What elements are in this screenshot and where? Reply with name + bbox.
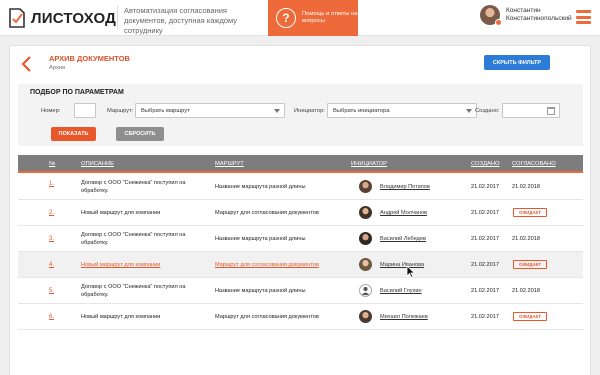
row-description: Договор с ООО "Снежинка" поступил на обр… — [81, 232, 186, 246]
archive-panel: АРХИВ ДОКУМЕНТОВ Архив СКРЫТЬ ФИЛЬТР ПОД… — [9, 45, 591, 375]
row-number[interactable]: 4. — [49, 262, 54, 270]
row-route: Название маршрута разной длины — [215, 236, 306, 242]
row-route: Маршрут для согласования документов — [215, 314, 319, 320]
breadcrumb[interactable]: Архив — [49, 65, 65, 71]
number-label: Номер: — [41, 108, 61, 114]
row-approved: 21.02.2018 — [512, 184, 540, 190]
row-description: Договор с ООО "Снежинка" поступил на обр… — [81, 284, 186, 298]
user-profile[interactable]: Константин Константинопольский — [480, 5, 576, 26]
table-row[interactable]: 1. Договор с ООО "Снежинка" поступил на … — [18, 174, 583, 200]
row-initiator[interactable]: Андрей Молчанов — [380, 210, 427, 218]
question-icon: ? — [276, 8, 296, 28]
column-approved[interactable]: СОГЛАСОВАНО — [512, 161, 556, 167]
row-created: 21.02.2017 — [471, 262, 499, 268]
table-header: № ОПИСАНИЕ МАРШРУТ ИНИЦИАТОР СОЗДАНО СОГ… — [18, 155, 583, 173]
status-badge: ОЖИДАЕТ — [513, 312, 547, 321]
row-created: 21.02.2017 — [471, 184, 499, 190]
mouse-pointer-icon — [406, 265, 416, 278]
table-row[interactable]: 4. Новый маршрут для компании Маршрут дл… — [18, 252, 583, 278]
show-button[interactable]: ПОКАЗАТЬ — [51, 127, 96, 141]
initiator-select[interactable]: Выбрать инициатора — [327, 103, 477, 118]
avatar — [480, 5, 502, 26]
chevron-down-icon — [274, 109, 280, 113]
created-date-input[interactable] — [502, 103, 560, 118]
avatar — [359, 258, 372, 271]
row-created: 21.02.2017 — [471, 288, 499, 294]
status-badge: ОЖИДАЕТ — [513, 260, 547, 269]
row-route: Маршрут для согласования документов — [215, 210, 319, 216]
row-initiator[interactable]: Василий Лебедев — [380, 236, 426, 244]
row-initiator[interactable]: Марина Иванова — [380, 262, 424, 270]
row-number[interactable]: 6. — [49, 314, 54, 322]
hide-filter-button[interactable]: СКРЫТЬ ФИЛЬТР — [484, 55, 550, 70]
logo-text: ЛИСТОХОД — [31, 9, 117, 27]
help-label: Помощь и ответы на вопросы — [302, 11, 358, 24]
chevron-down-icon — [466, 109, 472, 113]
initiator-label: Инициатор: — [294, 108, 325, 114]
row-approved: 21.02.2018 — [512, 288, 540, 294]
calendar-icon — [547, 107, 555, 115]
row-route: Название маршрута разной длины — [215, 184, 306, 190]
row-number[interactable]: 3. — [49, 236, 54, 244]
avatar — [359, 206, 372, 219]
initiator-select-value: Выбрать инициатора — [333, 107, 390, 114]
row-description: Новый маршрут для компании — [81, 210, 161, 216]
created-label: Создано: — [475, 108, 500, 114]
row-number[interactable]: 5. — [49, 288, 54, 296]
avatar — [359, 310, 372, 323]
row-number[interactable]: 1. — [49, 181, 54, 189]
number-input[interactable] — [74, 103, 96, 118]
avatar — [359, 180, 372, 193]
row-description: Новый маршрут для компании — [81, 314, 161, 320]
table-row[interactable]: 2. Новый маршрут для компании Маршрут дл… — [18, 200, 583, 226]
logo[interactable]: ЛИСТОХОД — [8, 8, 116, 28]
row-route: Название маршрута разной длины — [215, 288, 306, 294]
logo-document-check-icon — [9, 8, 25, 28]
avatar — [359, 232, 372, 245]
default-user-icon — [359, 284, 372, 297]
row-created: 21.02.2017 — [471, 236, 499, 242]
row-created: 21.02.2017 — [471, 314, 499, 320]
column-created[interactable]: СОЗДАНО — [471, 161, 500, 167]
row-number[interactable]: 2. — [49, 210, 54, 218]
column-route[interactable]: МАРШРУТ — [215, 161, 244, 167]
route-select-value: Выбрать маршрут — [141, 107, 190, 114]
column-number[interactable]: № — [49, 161, 55, 167]
row-approved: 21.02.2018 — [512, 236, 540, 242]
row-description[interactable]: Новый маршрут для компании — [81, 262, 191, 270]
table-row[interactable]: 5. Договор с ООО "Снежинка" поступил на … — [18, 278, 583, 304]
row-initiator[interactable]: Владимир Потапов — [380, 184, 430, 192]
table-row[interactable]: 3. Договор с ООО "Снежинка" поступил на … — [18, 226, 583, 252]
user-name: Константин Константинопольский — [506, 7, 572, 22]
top-bar: ЛИСТОХОД Автоматизация согласования доку… — [0, 0, 600, 36]
row-created: 21.02.2017 — [471, 210, 499, 216]
status-badge: ОЖИДАЕТ — [513, 208, 547, 217]
row-initiator[interactable]: Василий Глухин — [380, 288, 422, 296]
table-row[interactable]: 6. Новый маршрут для компании Маршрут дл… — [18, 304, 583, 330]
column-initiator[interactable]: ИНИЦИАТОР — [351, 161, 387, 167]
route-label: Маршрут: — [107, 108, 134, 114]
notification-badge — [495, 19, 502, 26]
row-route[interactable]: Маршрут для согласования документов — [215, 262, 345, 270]
row-initiator[interactable]: Михаил Полежаев — [380, 314, 428, 322]
column-description[interactable]: ОПИСАНИЕ — [81, 161, 114, 167]
page-title: АРХИВ ДОКУМЕНТОВ — [49, 54, 130, 63]
route-select[interactable]: Выбрать маршрут — [135, 103, 285, 118]
filter-panel: ПОДБОР ПО ПАРАМЕТРАМ Номер: Маршрут: Выб… — [18, 84, 583, 146]
row-description: Договор с ООО "Снежинка" поступил на обр… — [81, 180, 186, 194]
help-button[interactable]: ? Помощь и ответы на вопросы — [268, 0, 358, 36]
menu-icon[interactable] — [576, 10, 591, 24]
back-arrow-icon[interactable] — [20, 55, 34, 73]
reset-button[interactable]: СБРОСИТЬ — [116, 127, 164, 141]
tagline: Автоматизация согласования документов, д… — [117, 6, 267, 35]
filter-title: ПОДБОР ПО ПАРАМЕТРАМ — [30, 89, 124, 96]
